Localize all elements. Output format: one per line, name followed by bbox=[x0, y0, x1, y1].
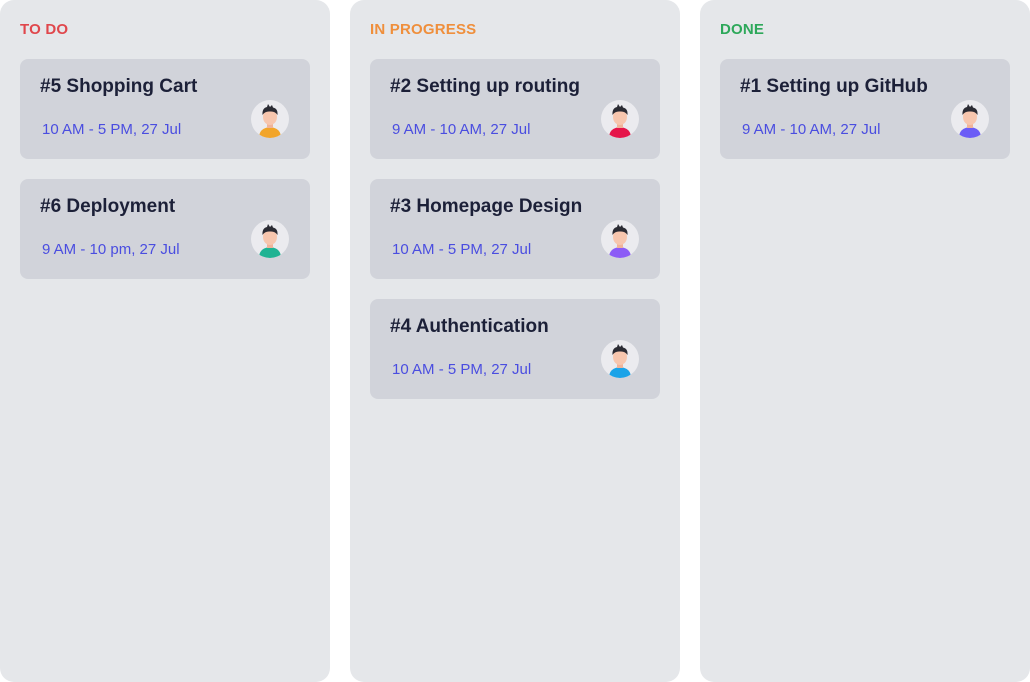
person-avatar-icon[interactable] bbox=[951, 100, 989, 138]
card-list-in-progress: #2 Setting up routing 9 AM - 10 AM, 27 J… bbox=[370, 59, 660, 419]
task-card[interactable]: #4 Authentication 10 AM - 5 PM, 27 Jul bbox=[370, 299, 660, 399]
task-card[interactable]: #6 Deployment 9 AM - 10 pm, 27 Jul bbox=[20, 179, 310, 279]
task-card[interactable]: #3 Homepage Design 10 AM - 5 PM, 27 Jul bbox=[370, 179, 660, 279]
person-avatar-icon[interactable] bbox=[251, 100, 289, 138]
task-time: 9 AM - 10 pm, 27 Jul bbox=[42, 241, 180, 258]
person-avatar-icon[interactable] bbox=[251, 220, 289, 258]
task-title: #3 Homepage Design bbox=[390, 196, 583, 217]
column-title-in-progress: IN PROGRESS bbox=[370, 21, 477, 38]
task-title: #4 Authentication bbox=[390, 316, 549, 337]
task-time: 9 AM - 10 AM, 27 Jul bbox=[392, 121, 531, 138]
task-time: 10 AM - 5 PM, 27 Jul bbox=[392, 241, 532, 258]
task-title: #2 Setting up routing bbox=[390, 76, 580, 97]
person-avatar-icon[interactable] bbox=[601, 340, 639, 378]
card-list-todo: #5 Shopping Cart 10 AM - 5 PM, 27 Jul #6… bbox=[20, 59, 310, 299]
task-card[interactable]: #5 Shopping Cart 10 AM - 5 PM, 27 Jul bbox=[20, 59, 310, 159]
task-time: 10 AM - 5 PM, 27 Jul bbox=[392, 361, 532, 378]
task-time: 9 AM - 10 AM, 27 Jul bbox=[742, 121, 881, 138]
task-title: #5 Shopping Cart bbox=[40, 76, 198, 97]
task-time: 10 AM - 5 PM, 27 Jul bbox=[42, 121, 182, 138]
column-title-todo: TO DO bbox=[20, 21, 69, 38]
task-title: #1 Setting up GitHub bbox=[740, 76, 928, 97]
kanban-board: TO DO #5 Shopping Cart 10 AM - 5 PM, 27 … bbox=[0, 0, 1030, 682]
column-done: DONE #1 Setting up GitHub 9 AM - 10 AM, … bbox=[700, 0, 1030, 682]
task-title: #6 Deployment bbox=[40, 196, 176, 217]
column-in-progress: IN PROGRESS #2 Setting up routing 9 AM -… bbox=[350, 0, 680, 682]
task-card[interactable]: #1 Setting up GitHub 9 AM - 10 AM, 27 Ju… bbox=[720, 59, 1010, 159]
column-title-done: DONE bbox=[720, 21, 765, 38]
column-todo: TO DO #5 Shopping Cart 10 AM - 5 PM, 27 … bbox=[0, 0, 330, 682]
person-avatar-icon[interactable] bbox=[601, 220, 639, 258]
person-avatar-icon[interactable] bbox=[601, 100, 639, 138]
card-list-done: #1 Setting up GitHub 9 AM - 10 AM, 27 Ju… bbox=[720, 59, 1010, 179]
task-card[interactable]: #2 Setting up routing 9 AM - 10 AM, 27 J… bbox=[370, 59, 660, 159]
